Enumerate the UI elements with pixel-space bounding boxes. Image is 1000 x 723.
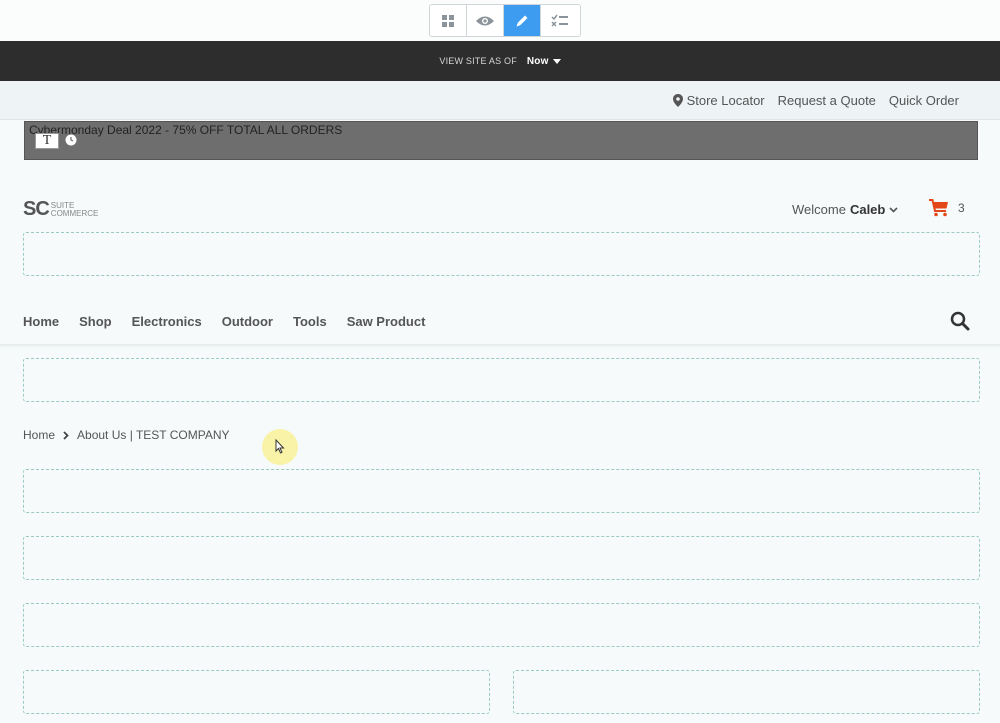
content-area-3[interactable] xyxy=(23,603,980,647)
content-area-right[interactable] xyxy=(513,670,980,714)
map-pin-icon xyxy=(672,94,683,107)
welcome-menu[interactable]: Welcome Caleb xyxy=(792,202,898,217)
cart-icon xyxy=(929,199,948,217)
store-locator-link[interactable]: Store Locator xyxy=(672,93,765,108)
grid-icon xyxy=(442,14,454,27)
content-area-left[interactable] xyxy=(23,670,490,714)
cart-button[interactable]: 3 xyxy=(929,199,965,217)
breadcrumb-current: About Us | TEST COMPANY xyxy=(77,428,230,442)
cart-count: 3 xyxy=(958,201,965,215)
view-site-as-label: VIEW SITE AS OF xyxy=(439,56,517,66)
nav-item-saw-product[interactable]: Saw Product xyxy=(347,314,426,329)
pencil-icon xyxy=(516,15,528,26)
view-site-as-value: Now xyxy=(526,55,549,67)
chevron-down-icon xyxy=(552,58,561,64)
content-area-2[interactable] xyxy=(23,536,980,580)
logo-line-2: COMMERCE xyxy=(50,209,99,218)
search-icon[interactable] xyxy=(950,311,970,331)
promo-banner[interactable]: Cybermonday Deal 2022 - 75% OFF TOTAL AL… xyxy=(24,121,978,160)
mouse-cursor-highlight xyxy=(262,429,298,465)
checklist-icon xyxy=(550,14,568,27)
layout-mode-button[interactable] xyxy=(430,5,467,36)
preview-mode-button[interactable] xyxy=(467,5,504,36)
text-block-badge[interactable]: T xyxy=(35,133,59,149)
store-locator-label: Store Locator xyxy=(686,93,765,108)
breadcrumb-home[interactable]: Home xyxy=(23,428,55,442)
mode-button-group xyxy=(429,4,581,37)
cursor-icon xyxy=(275,439,285,454)
nav-item-home[interactable]: Home xyxy=(23,314,59,329)
welcome-label: Welcome xyxy=(792,202,846,217)
content-area-header[interactable] xyxy=(23,232,980,276)
site-logo[interactable]: SC SUITE COMMERCE xyxy=(23,199,98,219)
breadcrumb: Home About Us | TEST COMPANY xyxy=(23,428,230,442)
main-nav: Home Shop Electronics Outdoor Tools Saw … xyxy=(23,314,445,329)
view-site-as-bar: VIEW SITE AS OF Now xyxy=(0,41,1000,81)
review-mode-button[interactable] xyxy=(541,5,578,36)
edit-mode-button[interactable] xyxy=(504,5,541,36)
user-name: Caleb xyxy=(849,202,886,217)
view-site-as-dropdown[interactable]: Now xyxy=(527,56,561,67)
request-quote-link[interactable]: Request a Quote xyxy=(778,93,876,108)
utility-bar: Store Locator Request a Quote Quick Orde… xyxy=(0,81,1000,120)
nav-item-shop[interactable]: Shop xyxy=(79,314,112,329)
content-area-1[interactable] xyxy=(23,469,980,513)
quick-order-link[interactable]: Quick Order xyxy=(889,93,959,108)
mode-toolbar xyxy=(0,0,1000,41)
chevron-down-icon xyxy=(889,206,898,213)
nav-divider xyxy=(0,344,1000,348)
logo-mark: SC xyxy=(23,198,50,220)
nav-item-outdoor[interactable]: Outdoor xyxy=(222,314,273,329)
logo-wordmark: SUITE COMMERCE xyxy=(51,202,99,218)
clock-icon[interactable] xyxy=(65,134,77,146)
content-area-top[interactable] xyxy=(23,358,980,402)
eye-icon xyxy=(476,16,494,25)
nav-item-tools[interactable]: Tools xyxy=(293,314,327,329)
nav-item-electronics[interactable]: Electronics xyxy=(132,314,202,329)
chevron-right-icon xyxy=(63,430,69,440)
